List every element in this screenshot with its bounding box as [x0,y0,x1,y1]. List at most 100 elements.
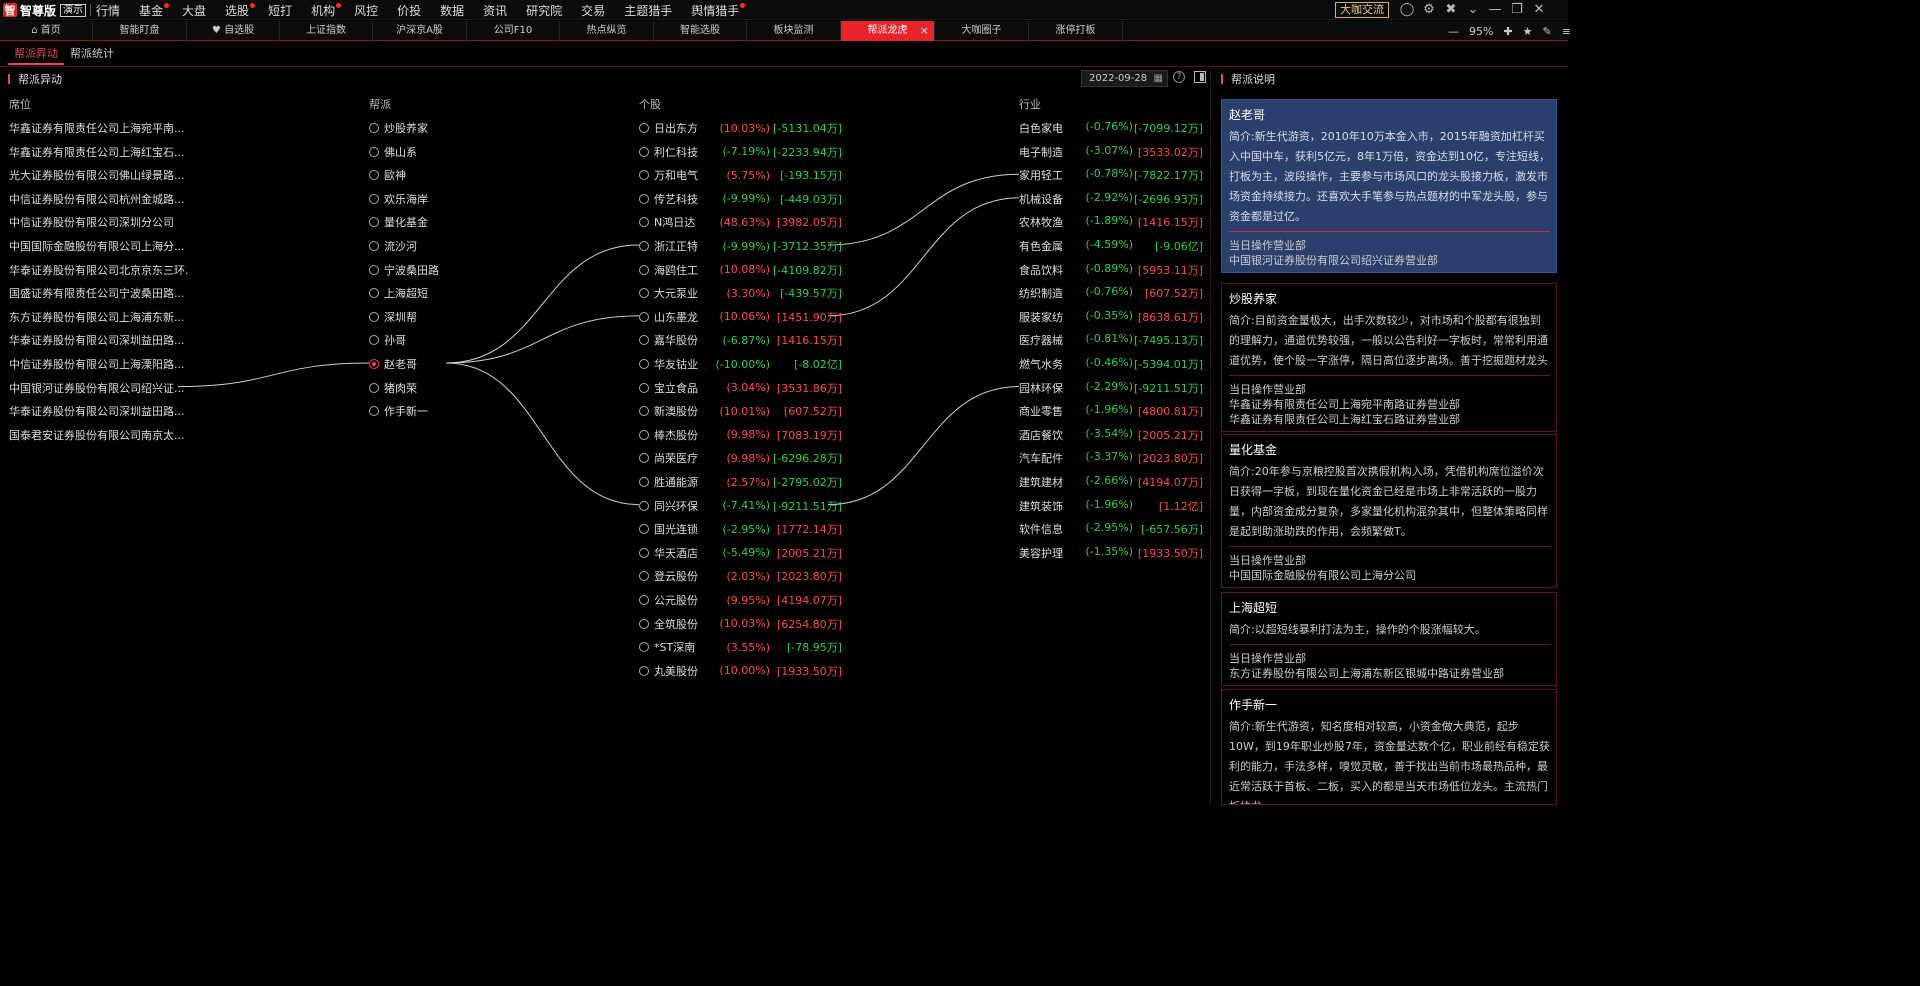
operation-dept[interactable]: 华鑫证券有限责任公司上海宛平南路证券营业部 [1229,397,1550,412]
tab-item[interactable]: ⌂ 首页 [0,21,93,41]
operation-dept[interactable]: 东方证券股份有限公司上海浦东新区银城中路证券营业部 [1229,666,1550,681]
gang-radio[interactable] [369,217,379,228]
stock-radio[interactable] [639,500,649,511]
industry-row[interactable]: 农林牧渔 (-1.89%) [1416.15万] [1019,214,1203,230]
seat-row[interactable]: 国盛证券有限责任公司宁波桑田路... [9,285,189,301]
industry-row[interactable]: 白色家电 (-0.76%) [-7099.12万] [1019,120,1203,136]
gang-row[interactable]: 宁波桑田路 [369,262,439,278]
gang-radio[interactable] [369,241,379,251]
app-logo[interactable]: 智 智尊版 演示 [3,2,87,18]
stock-row[interactable]: *ST深南 (3.55%) [-78.95万] [639,639,842,655]
stock-row[interactable]: 日出东方 (10.03%) [-5131.04万] [639,120,842,136]
seat-row[interactable]: 中国国际金融股份有限公司上海分... [9,238,189,254]
tab-item[interactable]: 智能盯盘 [93,21,187,41]
gang-row[interactable]: 欢乐海岸 [369,191,428,207]
stock-radio[interactable] [639,665,649,676]
stock-radio[interactable] [639,335,649,346]
tab-item[interactable]: 涨停打板 [1029,21,1123,41]
stock-row[interactable]: 公元股份 (9.95%) [4194.07万] [639,592,842,608]
dropdown-icon[interactable]: ⌄ [1462,1,1484,19]
operation-dept[interactable]: 中国国际金融股份有限公司上海分公司 [1229,568,1550,583]
industry-row[interactable]: 建筑建材 (-2.66%) [4194.07万] [1019,474,1203,490]
tab-item[interactable]: 热点纵览 [560,21,654,41]
menu-item[interactable]: 舆情猎手 [691,2,746,19]
gang-row[interactable]: 流沙河 [369,238,417,254]
tab-item[interactable]: 上证指数 [280,21,373,41]
stock-radio[interactable] [639,429,649,440]
stock-row[interactable]: 万和电气 (5.75%) [-193.15万] [639,167,842,183]
stock-row[interactable]: 利仁科技 (-7.19%) [-2233.94万] [639,144,842,160]
stock-row[interactable]: 传艺科技 (-9.99%) [-449.03万] [639,191,842,207]
stock-radio[interactable] [639,618,649,629]
menu-item[interactable]: 交易 [581,2,605,19]
gang-radio[interactable] [369,123,379,133]
menu-item[interactable]: 数据 [440,2,464,19]
gang-row[interactable]: 上海超短 [369,285,428,301]
gang-row[interactable]: 量化基金 [369,214,428,230]
close-icon[interactable]: ✕ [1528,1,1550,19]
stock-radio[interactable] [639,123,649,133]
gang-radio[interactable] [369,382,379,393]
tab-item[interactable]: ♥ 自选股 [187,21,280,41]
stock-radio[interactable] [639,288,649,299]
star-icon[interactable]: ★ [1523,25,1533,38]
menu-item[interactable]: 研究院 [526,2,562,19]
tab-item[interactable]: 板块监测 [747,21,841,41]
seat-row[interactable]: 中信证券股份有限公司杭州金城路... [9,191,189,207]
gang-radio[interactable] [369,311,379,322]
menu-item[interactable]: 行情 [96,2,120,19]
menu-item[interactable]: 短打 [268,2,292,19]
operation-dept[interactable]: 华鑫证券有限责任公司上海红宝石路证券营业部 [1229,412,1550,427]
stock-radio[interactable] [639,264,649,275]
minimize-icon[interactable]: — [1484,1,1506,19]
help-icon[interactable]: ? [1173,71,1185,83]
stock-row[interactable]: 华天酒店 (-5.49%) [2005.21万] [639,545,842,561]
seat-row[interactable]: 中国银河证券股份有限公司绍兴证... [9,380,189,396]
stock-row[interactable]: 浙江正特 (-9.99%) [-3712.35万] [639,238,842,254]
stock-radio[interactable] [639,217,649,228]
stock-row[interactable]: 棒杰股份 (9.98%) [7083.19万] [639,427,842,443]
zoom-in-icon[interactable]: ✚ [1503,25,1512,38]
stock-radio[interactable] [639,547,649,558]
subtab-gang-movement[interactable]: 帮派异动 [8,45,64,65]
zoom-out-icon[interactable]: — [1448,25,1459,38]
gang-radio[interactable] [369,146,379,157]
industry-row[interactable]: 软件信息 (-2.95%) [-657.56万] [1019,521,1203,537]
stock-radio[interactable] [639,170,649,181]
stock-row[interactable]: 全筑股份 (10.03%) [6254.80万] [639,616,842,632]
industry-row[interactable]: 家用轻工 (-0.78%) [-7822.17万] [1019,167,1203,183]
industry-row[interactable]: 商业零售 (-1.96%) [4800.81万] [1019,403,1203,419]
gang-radio[interactable] [369,335,379,346]
stock-radio[interactable] [639,453,649,464]
seat-row[interactable]: 国泰君安证券股份有限公司南京太... [9,427,189,443]
user-icon[interactable]: ◯ [1396,1,1418,19]
seat-row[interactable]: 中信证券股份有限公司上海溧阳路... [9,356,189,372]
gang-row[interactable]: 歐神 [369,167,406,183]
gang-radio[interactable] [369,170,379,181]
date-picker[interactable]: 2022-09-28 ▦ [1081,70,1168,87]
seat-row[interactable]: 东方证券股份有限公司上海浦东新... [9,309,189,325]
stock-radio[interactable] [639,382,649,393]
calendar-icon[interactable]: ▦ [1154,71,1163,86]
gang-row[interactable]: 佛山系 [369,144,417,160]
gang-radio[interactable] [369,359,379,369]
gang-radio[interactable] [369,406,379,417]
stock-radio[interactable] [639,595,649,605]
tab-item[interactable]: 帮派龙虎 × [841,21,935,41]
more-icon[interactable]: ≡ [1562,25,1571,38]
tools-icon[interactable]: ✖ [1440,1,1462,19]
seat-row[interactable]: 华泰证券股份有限公司北京京东三环... [9,262,189,278]
stock-row[interactable]: 新澳股份 (10.01%) [607.52万] [639,403,842,419]
stock-row[interactable]: 胜通能源 (2.57%) [-2795.02万] [639,474,842,490]
settings-icon[interactable]: ⚙ [1418,1,1440,19]
industry-row[interactable]: 有色金属 (-4.59%) [-9.06亿] [1019,238,1203,254]
gang-row[interactable]: 炒股养家 [369,120,428,136]
gang-row[interactable]: 深圳帮 [369,309,417,325]
gang-row[interactable]: 孙哥 [369,332,406,348]
gang-description-card[interactable]: 作手新一 简介:新生代游资，知名度相对较高，小资金做大典范，起步10W，到19年职… [1221,689,1557,805]
subtab-gang-stats[interactable]: 帮派统计 [64,45,120,65]
industry-row[interactable]: 园林环保 (-2.29%) [-9211.51万] [1019,380,1203,396]
gang-radio[interactable] [369,288,379,299]
stock-row[interactable]: 丸美股份 (10.00%) [1933.50万] [639,663,842,679]
stock-radio[interactable] [639,146,649,157]
